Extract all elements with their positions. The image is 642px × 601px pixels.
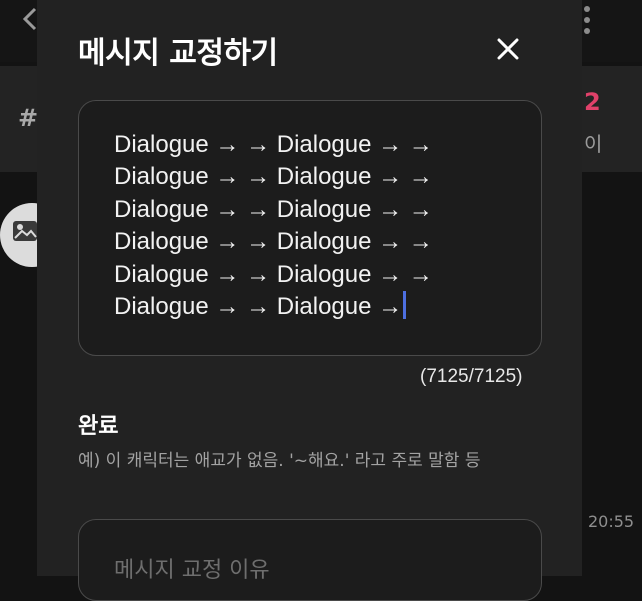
- modal-title: 메시지 교정하기: [78, 36, 278, 71]
- text-caret: [403, 291, 407, 320]
- close-button[interactable]: [492, 33, 524, 65]
- char-counter: (7125/7125): [420, 366, 523, 387]
- hash-label: #: [18, 104, 39, 132]
- message-line: Dialogue → → Dialogue → →: [114, 131, 433, 158]
- section-title: 완료: [78, 414, 119, 439]
- message-line-last: Dialogue → → Dialogue →: [114, 291, 504, 323]
- message-text: Dialogue → → Dialogue → → Dialogue → → D…: [114, 129, 504, 323]
- reason-placeholder: 메시지 교정 이유: [114, 558, 270, 583]
- count-badge: 2: [584, 88, 601, 116]
- edit-message-modal: 메시지 교정하기 Dialogue → → Dialogue → → Dialo…: [37, 0, 582, 601]
- kebab-menu-icon[interactable]: [580, 6, 594, 38]
- message-line: Dialogue → → Dialogue → →: [114, 163, 433, 191]
- message-line: Dialogue → → Dialogue → →: [114, 195, 433, 223]
- side-text: 이: [584, 132, 603, 156]
- message-time: 20:55: [588, 512, 635, 531]
- message-textarea[interactable]: Dialogue → → Dialogue → → Dialogue → → D…: [78, 100, 542, 356]
- chevron-left-icon: [22, 7, 37, 31]
- image-icon: [12, 220, 38, 242]
- message-line: Dialogue → → Dialogue → →: [114, 228, 433, 256]
- message-line: Dialogue → → Dialogue → →: [114, 260, 433, 288]
- back-button[interactable]: [22, 6, 38, 39]
- reason-input[interactable]: 메시지 교정 이유: [78, 519, 542, 601]
- hint-text: 예) 이 캐릭터는 애교가 없음. '~해요.' 라고 주로 말함 등: [78, 451, 481, 471]
- message-line: Dialogue → → Dialogue →: [114, 293, 403, 321]
- close-icon: [497, 38, 519, 60]
